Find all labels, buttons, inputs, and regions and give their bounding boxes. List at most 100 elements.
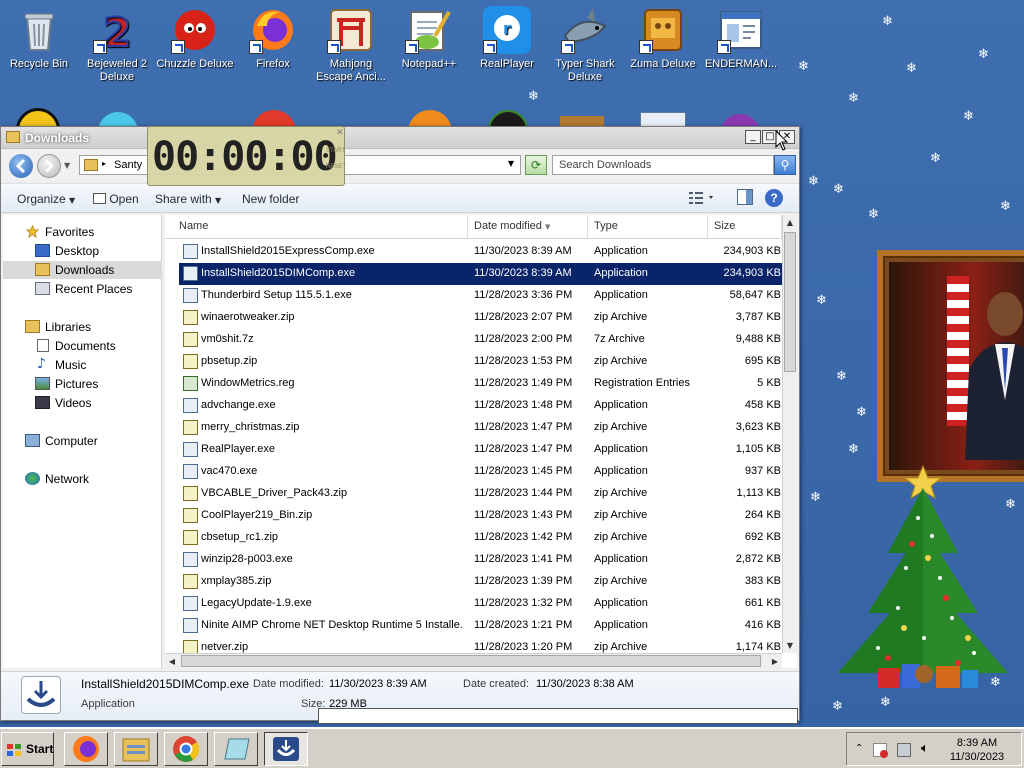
file-row[interactable]: winaerotweaker.zip 11/28/2023 2:07 PM zip … bbox=[179, 307, 782, 329]
file-row[interactable]: InstallShield2015DIMComp.exe 11/30/2023 8… bbox=[179, 263, 782, 285]
breadcrumb-user[interactable]: Santy bbox=[114, 159, 142, 171]
help-button[interactable]: ? bbox=[765, 189, 783, 207]
file-row[interactable]: LegacyUpdate-1.9.exe 11/28/2023 1:32 PM Ap… bbox=[179, 593, 782, 615]
scroll-down-icon[interactable]: ▼ bbox=[783, 638, 797, 653]
file-date-cell: 11/28/2023 2:00 PM bbox=[474, 333, 573, 345]
desktop-icon-typer-shark[interactable]: Typer Shark Deluxe bbox=[546, 0, 624, 84]
desktop-icon-bejeweled[interactable]: 2 Bejeweled 2 Deluxe bbox=[78, 0, 156, 84]
desktop-icon-notepadpp[interactable]: Notepad++ bbox=[390, 0, 468, 71]
desktop-icon-realplayer[interactable]: r RealPlayer bbox=[468, 0, 546, 71]
file-row[interactable]: WindowMetrics.reg 11/28/2023 1:49 PM Regis… bbox=[179, 373, 782, 395]
refresh-button[interactable]: ⟳ bbox=[525, 155, 547, 175]
volume-icon[interactable]: 🔈︎ bbox=[921, 741, 929, 756]
file-type-cell: zip Archive bbox=[594, 641, 648, 653]
vertical-scrollbar[interactable]: ▲ ▼ bbox=[782, 215, 797, 653]
file-row[interactable]: netver.zip 11/28/2023 1:20 PM zip Archive 1… bbox=[179, 637, 782, 653]
nav-computer[interactable]: Computer bbox=[3, 432, 162, 450]
desktop-icon-mahjong[interactable]: Mahjong Escape Anci... bbox=[312, 0, 390, 84]
explorer-window[interactable]: Downloads _ □ ✕ ▼ ▸ Santy ▼ ⟳ Search Dow… bbox=[0, 126, 800, 721]
taskbar-file-explorer[interactable] bbox=[114, 732, 158, 766]
scroll-up-icon[interactable]: ▲ bbox=[783, 215, 797, 230]
file-row[interactable]: winzip28-p003.exe 11/28/2023 1:41 PM Appli… bbox=[179, 549, 782, 571]
file-list[interactable]: Name Date modified ▼ Type Size InstallSh… bbox=[165, 215, 797, 668]
file-type-cell: Application bbox=[594, 399, 648, 411]
back-button[interactable] bbox=[9, 154, 33, 178]
column-header-type[interactable]: Type bbox=[588, 215, 708, 239]
file-row[interactable]: VBCABLE_Driver_Pack43.zip 11/28/2023 1:44… bbox=[179, 483, 782, 505]
show-hidden-icons-icon[interactable]: ⌃ bbox=[855, 743, 863, 754]
desktop-icon-enderman[interactable]: ENDERMAN... bbox=[702, 0, 780, 71]
new-folder-button[interactable]: New folder bbox=[242, 192, 299, 206]
change-view-button[interactable] bbox=[687, 190, 717, 209]
nav-label: Network bbox=[45, 472, 90, 486]
nav-favorites[interactable]: Favorites bbox=[3, 223, 162, 241]
nav-music[interactable]: ♪ Music bbox=[3, 356, 162, 374]
file-row[interactable]: Ninite AIMP Chrome NET Desktop Runtime 5… bbox=[179, 615, 782, 637]
file-row[interactable]: vac470.exe 11/28/2023 1:45 PM Application 9… bbox=[179, 461, 782, 483]
firefox-icon bbox=[249, 6, 297, 54]
file-row[interactable]: RealPlayer.exe 11/28/2023 1:47 PM Applicat… bbox=[179, 439, 782, 461]
nav-downloads[interactable]: Downloads bbox=[3, 261, 162, 279]
nav-recent-places[interactable]: Recent Places bbox=[3, 280, 162, 298]
desktop-icon-firefox[interactable]: Firefox bbox=[234, 0, 312, 71]
file-row[interactable]: InstallShield2015ExpressComp.exe 11/30/20… bbox=[179, 241, 782, 263]
taskbar-app[interactable] bbox=[214, 732, 258, 766]
nav-network[interactable]: Network bbox=[3, 470, 162, 488]
file-row[interactable]: vm0shit.7z 11/28/2023 2:00 PM 7z Archive 9,… bbox=[179, 329, 782, 351]
open-button[interactable]: Open bbox=[93, 192, 139, 206]
scroll-left-icon[interactable]: ◀ bbox=[165, 654, 179, 669]
portrait-picture-frame[interactable] bbox=[877, 250, 1024, 482]
file-row[interactable]: advchange.exe 11/28/2023 1:48 PM Applicati… bbox=[179, 395, 782, 417]
nav-pictures[interactable]: Pictures bbox=[3, 375, 162, 393]
address-dropdown-icon[interactable]: ▼ bbox=[508, 159, 514, 168]
desktop-icon-zuma[interactable]: Zuma Deluxe bbox=[624, 0, 702, 71]
search-input[interactable]: Search Downloads bbox=[552, 155, 774, 175]
file-row[interactable]: Thunderbird Setup 115.5.1.exe 11/28/2023 … bbox=[179, 285, 782, 307]
column-header-size[interactable]: Size bbox=[708, 215, 782, 239]
desktop-icon-recycle-bin[interactable]: Recycle Bin bbox=[0, 0, 78, 71]
file-row[interactable]: pbsetup.zip 11/28/2023 1:53 PM zip Archive… bbox=[179, 351, 782, 373]
organize-label: Organize bbox=[17, 192, 66, 206]
open-icon bbox=[93, 193, 106, 204]
stopwatch-reset-button[interactable]: RESET bbox=[326, 159, 346, 175]
scroll-right-icon[interactable]: ▶ bbox=[768, 654, 782, 669]
search-icon[interactable]: ⚲ bbox=[774, 155, 796, 175]
share-with-label: Share with bbox=[155, 192, 212, 206]
breadcrumb-separator-icon[interactable]: ▸ bbox=[102, 159, 106, 168]
chuzzle-icon bbox=[171, 6, 219, 54]
organize-button[interactable]: Organize ▼ bbox=[17, 192, 75, 206]
file-row[interactable]: merry_christmas.zip 11/28/2023 1:47 PM zip… bbox=[179, 417, 782, 439]
action-center-icon[interactable] bbox=[873, 743, 888, 758]
minimize-button[interactable]: _ bbox=[745, 130, 761, 144]
column-header-date-modified[interactable]: Date modified ▼ bbox=[468, 215, 588, 239]
share-with-button[interactable]: Share with ▼ bbox=[155, 192, 221, 206]
desktop-icon-chuzzle[interactable]: Chuzzle Deluxe bbox=[156, 0, 234, 71]
preview-pane-button[interactable] bbox=[737, 189, 753, 205]
file-row[interactable]: xmplay385.zip 11/28/2023 1:39 PM zip Archi… bbox=[179, 571, 782, 593]
scrollbar-thumb[interactable] bbox=[784, 232, 796, 372]
taskbar-chrome[interactable] bbox=[164, 732, 208, 766]
title-bar[interactable]: Downloads _ □ ✕ bbox=[1, 127, 799, 149]
nav-videos[interactable]: Videos bbox=[3, 394, 162, 412]
file-row[interactable]: CoolPlayer219_Bin.zip 11/28/2023 1:43 PM z… bbox=[179, 505, 782, 527]
forward-button[interactable] bbox=[37, 154, 61, 178]
taskbar-firefox[interactable] bbox=[64, 732, 108, 766]
horizontal-scrollbar[interactable]: ◀ ▶ bbox=[165, 653, 782, 668]
scrollbar-thumb[interactable] bbox=[181, 655, 761, 667]
stopwatch-widget[interactable]: 00:00:00 START RESET ✕ bbox=[147, 126, 346, 186]
nav-documents[interactable]: Documents bbox=[3, 337, 162, 355]
recent-pages-dropdown-icon[interactable]: ▼ bbox=[64, 161, 70, 170]
desktop-icon-label: Recycle Bin bbox=[9, 58, 69, 70]
widget-close-icon[interactable]: ✕ bbox=[336, 127, 344, 138]
nav-label: Documents bbox=[55, 339, 116, 353]
clock[interactable]: 8:39 AM 11/30/2023 bbox=[947, 736, 1007, 764]
stopwatch-start-button[interactable]: START bbox=[326, 143, 345, 159]
nav-libraries[interactable]: Libraries bbox=[3, 318, 162, 336]
network-tray-icon[interactable] bbox=[897, 743, 911, 757]
file-row[interactable]: cbsetup_rc1.zip 11/28/2023 1:42 PM zip Arc… bbox=[179, 527, 782, 549]
background-window-edge[interactable] bbox=[318, 708, 798, 724]
start-button[interactable]: Start bbox=[1, 732, 54, 766]
nav-desktop[interactable]: Desktop bbox=[3, 242, 162, 260]
taskbar-installshield[interactable] bbox=[264, 732, 308, 766]
column-header-name[interactable]: Name bbox=[165, 215, 468, 239]
